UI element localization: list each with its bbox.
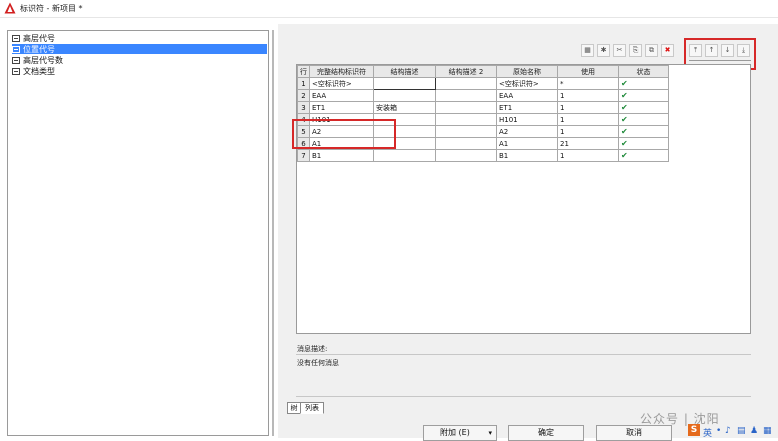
- cell-usage: 21: [557, 137, 619, 150]
- status-check-icon: ✔: [618, 113, 669, 126]
- cut-icon[interactable]: ✂: [613, 44, 626, 57]
- header-original-name[interactable]: 原始名称: [496, 65, 558, 78]
- punctuation-icon: •: [716, 426, 722, 436]
- header-description-2[interactable]: 结构描述 2: [435, 65, 497, 78]
- paste-icon[interactable]: ⧉: [645, 44, 658, 57]
- cell-original-name: ET1: [496, 101, 558, 114]
- table-header-row: 行 完整结构标识符 结构描述 结构描述 2 原始名称 使用 状态: [297, 65, 669, 78]
- cell-description[interactable]: [373, 77, 436, 90]
- status-check-icon: ✔: [618, 137, 669, 150]
- table-row[interactable]: 1 <空标识符> <空标识符> * ✔: [297, 77, 669, 90]
- cell-description[interactable]: [373, 149, 436, 162]
- ime-chinese-icon: 英: [703, 429, 713, 439]
- cell-usage: 1: [557, 113, 619, 126]
- table-row[interactable]: 7 B1 B1 1 ✔: [297, 149, 669, 162]
- cell-description[interactable]: 安装箱: [373, 101, 436, 114]
- delete-icon[interactable]: ✖: [661, 44, 674, 57]
- title-bar: 标识符 - 新项目 *: [0, 0, 778, 18]
- cell-description-2[interactable]: [435, 149, 497, 162]
- cell-usage: 1: [557, 125, 619, 138]
- cell-identifier[interactable]: B1: [309, 149, 374, 162]
- keyboard-icon: ▤: [737, 426, 746, 436]
- append-label: 附加 (E): [440, 428, 470, 437]
- message-bottom-divider: [296, 396, 751, 397]
- cell-description-2[interactable]: [435, 125, 497, 138]
- cell-description-2[interactable]: [435, 89, 497, 102]
- message-label: 消息描述:: [297, 345, 328, 353]
- ok-button[interactable]: 确定: [508, 425, 584, 441]
- table-row[interactable]: 2 EAA EAA 1 ✔: [297, 89, 669, 102]
- row-number: 1: [297, 77, 310, 90]
- cell-original-name: A1: [496, 137, 558, 150]
- tree-item-label: 高层代号: [23, 33, 55, 43]
- tree-item-location[interactable]: 位置代号: [12, 44, 267, 54]
- cell-description-2[interactable]: [435, 137, 497, 150]
- cell-description-2[interactable]: [435, 101, 497, 114]
- list-icon: [12, 34, 20, 42]
- cell-usage: 1: [557, 149, 619, 162]
- copy-icon[interactable]: ⎘: [629, 44, 642, 57]
- cell-usage: *: [557, 77, 619, 90]
- cell-description[interactable]: [373, 89, 436, 102]
- list-icon: [12, 45, 20, 53]
- watermark-text: 公众号 | 沈阳: [640, 412, 720, 426]
- toolbox-icon: ▦: [763, 426, 772, 436]
- row-number: 2: [297, 89, 310, 102]
- clothes-icon: ♟: [750, 426, 759, 436]
- cell-identifier[interactable]: ET1: [309, 101, 374, 114]
- cell-original-name: A2: [496, 125, 558, 138]
- tree-panel: 高层代号 位置代号 高层代号数 文档类型: [7, 30, 269, 436]
- message-text: 没有任何消息: [297, 359, 339, 367]
- cell-identifier[interactable]: EAA: [309, 89, 374, 102]
- microphone-icon: ♪: [725, 426, 731, 436]
- tree-item-label: 文档类型: [23, 66, 55, 76]
- star-icon[interactable]: ✱: [597, 44, 610, 57]
- tree-item-higher-level-number[interactable]: 高层代号数: [12, 55, 267, 65]
- table-row[interactable]: 3 ET1 安装箱 ET1 1 ✔: [297, 101, 669, 114]
- header-row-number: 行: [297, 65, 310, 78]
- list-icon: [12, 56, 20, 64]
- cancel-button[interactable]: 取消: [596, 425, 672, 441]
- header-status[interactable]: 状态: [618, 65, 669, 78]
- header-full-identifier[interactable]: 完整结构标识符: [309, 65, 374, 78]
- row-number: 3: [297, 101, 310, 114]
- tab-tree[interactable]: 树: [287, 402, 301, 414]
- cell-original-name: <空标识符>: [496, 77, 558, 90]
- header-usage[interactable]: 使用: [557, 65, 619, 78]
- append-button[interactable]: 附加 (E) ▾: [423, 425, 497, 441]
- cell-usage: 1: [557, 89, 619, 102]
- tab-list[interactable]: 列表: [300, 402, 324, 414]
- cell-usage: 1: [557, 101, 619, 114]
- cell-original-name: H101: [496, 113, 558, 126]
- header-description[interactable]: 结构描述: [373, 65, 436, 78]
- cell-original-name: EAA: [496, 89, 558, 102]
- highlight-box-rows: [292, 119, 396, 149]
- cell-original-name: B1: [496, 149, 558, 162]
- list-icon: [12, 67, 20, 75]
- panel-splitter[interactable]: [272, 30, 274, 436]
- cell-identifier[interactable]: <空标识符>: [309, 77, 374, 90]
- status-check-icon: ✔: [618, 125, 669, 138]
- cell-description-2[interactable]: [435, 77, 497, 90]
- table-icon[interactable]: ▦: [581, 44, 594, 57]
- status-check-icon: ✔: [618, 77, 669, 90]
- message-divider: [296, 354, 751, 355]
- window-title: 标识符 - 新项目 *: [20, 4, 83, 13]
- row-number: 7: [297, 149, 310, 162]
- tree-item-label: 高层代号数: [23, 55, 63, 65]
- status-check-icon: ✔: [618, 101, 669, 114]
- tree-item-higher-level[interactable]: 高层代号: [12, 33, 267, 43]
- status-check-icon: ✔: [618, 149, 669, 162]
- tree-item-label: 位置代号: [23, 44, 55, 54]
- app-logo-icon: [4, 2, 16, 14]
- tree-item-document-type[interactable]: 文档类型: [12, 66, 267, 76]
- status-check-icon: ✔: [618, 89, 669, 102]
- cell-description-2[interactable]: [435, 113, 497, 126]
- ime-logo-icon: S: [688, 424, 700, 436]
